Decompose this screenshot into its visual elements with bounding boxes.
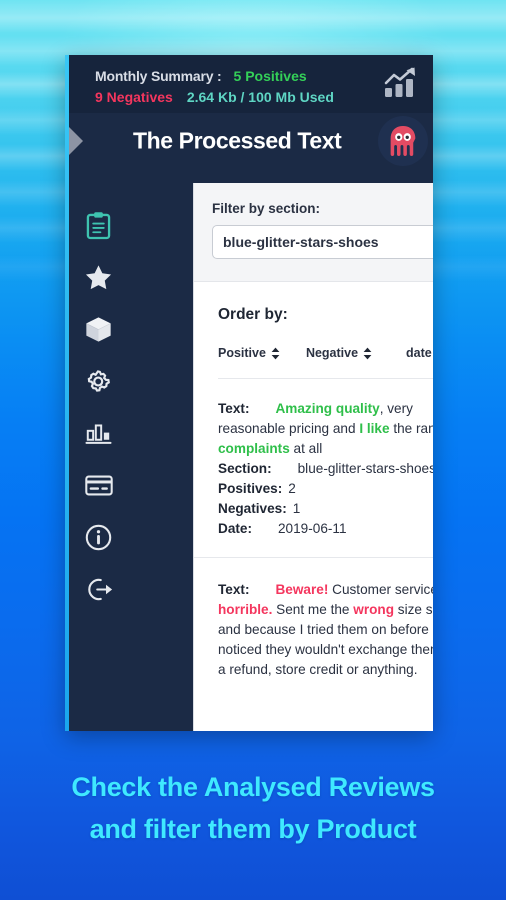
sidebar-item-billing[interactable] bbox=[69, 459, 128, 511]
order-by-label: Order by: bbox=[218, 306, 288, 323]
credit-card-icon bbox=[84, 475, 113, 495]
summary-positives: 5 Positives bbox=[233, 68, 307, 84]
review-section-key: Section: bbox=[218, 461, 272, 476]
review-text-row: Text: Amazing quality, very reasonable pr… bbox=[218, 399, 433, 459]
review-highlight-negative: Beware! bbox=[275, 582, 329, 597]
review-plain-text: at all bbox=[289, 441, 323, 456]
summary-label: Monthly Summary : bbox=[95, 68, 222, 84]
info-icon bbox=[85, 524, 112, 550]
review-positives-key: Positives: bbox=[218, 481, 283, 496]
review-positives-row: Positives: 2 bbox=[218, 479, 433, 499]
summary-line-two: 9 Negatives 2.64 Kb / 100 Mb Used bbox=[95, 87, 419, 108]
review-highlight-negative: wrong bbox=[353, 602, 395, 617]
filter-section-input[interactable] bbox=[212, 225, 433, 259]
page-title: The Processed Text bbox=[133, 127, 342, 154]
review-text-key: Text: bbox=[218, 401, 250, 416]
filter-label: Filter by section: bbox=[212, 201, 321, 216]
filter-section: Filter by section: bbox=[194, 183, 433, 282]
sort-updown-icon bbox=[271, 347, 280, 359]
review-date-key: Date: bbox=[218, 521, 252, 536]
sort-negative-label: Negative bbox=[305, 346, 359, 360]
gear-icon bbox=[87, 369, 110, 392]
caption-line-2: and filter them by Product bbox=[89, 814, 417, 844]
review-item[interactable]: Text: Beware! Customer service is horribl… bbox=[194, 558, 433, 698]
sidebar-nav bbox=[69, 169, 128, 731]
review-plain-text: the range bbox=[393, 421, 433, 436]
review-highlight-positive: I like bbox=[359, 421, 390, 436]
summary-data-used: 2.64 Kb / 100 Mb Used bbox=[186, 89, 334, 105]
review-highlight-negative: horrible. bbox=[218, 602, 273, 617]
sidebar-item-settings[interactable] bbox=[69, 355, 128, 407]
summary-line-one: Monthly Summary : 5 Positives bbox=[95, 66, 419, 87]
bar-chart-icon bbox=[85, 423, 112, 444]
octopus-mascot-icon bbox=[378, 116, 428, 166]
sort-updown-icon bbox=[363, 347, 372, 359]
chevron-right-icon[interactable] bbox=[69, 125, 87, 157]
monthly-summary-bar: Monthly Summary : 5 Positives 9 Negatives… bbox=[69, 55, 433, 113]
order-section: Order by: Positive Negative date bbox=[194, 282, 433, 395]
sidebar-item-products[interactable] bbox=[69, 303, 128, 355]
star-icon bbox=[85, 265, 112, 290]
sort-positive-label: Positive bbox=[218, 346, 266, 360]
sort-by-positive[interactable]: Positive bbox=[218, 346, 280, 360]
promo-caption: Check the Analysed Reviews and filter th… bbox=[0, 766, 506, 850]
growth-chart-icon[interactable] bbox=[383, 67, 419, 101]
app-mockup: Monthly Summary : 5 Positives 9 Negatives… bbox=[65, 55, 433, 731]
logout-icon bbox=[87, 578, 112, 600]
review-highlight-positive: Amazing quality bbox=[275, 401, 380, 416]
content-card: Filter by section: Order by: Positive Ne… bbox=[193, 183, 433, 731]
clipboard-icon bbox=[86, 211, 111, 239]
summary-negatives: 9 Negatives bbox=[95, 89, 173, 105]
sidebar-item-info[interactable] bbox=[69, 511, 128, 563]
sort-by-date[interactable]: date bbox=[406, 346, 433, 360]
review-section-row: Section: blue-glitter-stars-shoes bbox=[218, 459, 433, 479]
review-date-row: Date: 2019-06-11 bbox=[218, 519, 433, 539]
review-negatives-row: Negatives: 1 bbox=[218, 499, 433, 519]
caption-line-1: Check the Analysed Reviews bbox=[71, 772, 435, 802]
sort-by-negative[interactable]: Negative bbox=[306, 346, 372, 360]
review-positives-value: 2 bbox=[288, 481, 296, 496]
sort-date-label: date bbox=[406, 346, 432, 360]
review-text-key: Text: bbox=[218, 582, 250, 597]
sidebar-item-favourites[interactable] bbox=[69, 251, 128, 303]
review-plain-text: Customer service is bbox=[332, 582, 433, 597]
sidebar-item-statistics[interactable] bbox=[69, 407, 128, 459]
order-divider bbox=[218, 378, 433, 379]
sidebar-item-reviews[interactable] bbox=[69, 199, 128, 251]
sort-controls: Positive Negative date bbox=[218, 346, 433, 360]
app-title-bar: The Processed Text bbox=[69, 113, 433, 169]
review-date-value: 2019-06-11 bbox=[278, 521, 347, 536]
review-plain-text: Sent me the bbox=[272, 602, 354, 617]
review-negatives-value: 1 bbox=[292, 501, 301, 516]
review-item[interactable]: Text: Amazing quality, very reasonable pr… bbox=[194, 395, 433, 557]
review-negatives-key: Negatives: bbox=[218, 501, 287, 516]
review-section-value: blue-glitter-stars-shoes bbox=[297, 461, 433, 476]
sidebar-item-logout[interactable] bbox=[69, 563, 128, 615]
review-text-row: Text: Beware! Customer service is horribl… bbox=[218, 580, 433, 680]
box-icon bbox=[86, 316, 111, 342]
